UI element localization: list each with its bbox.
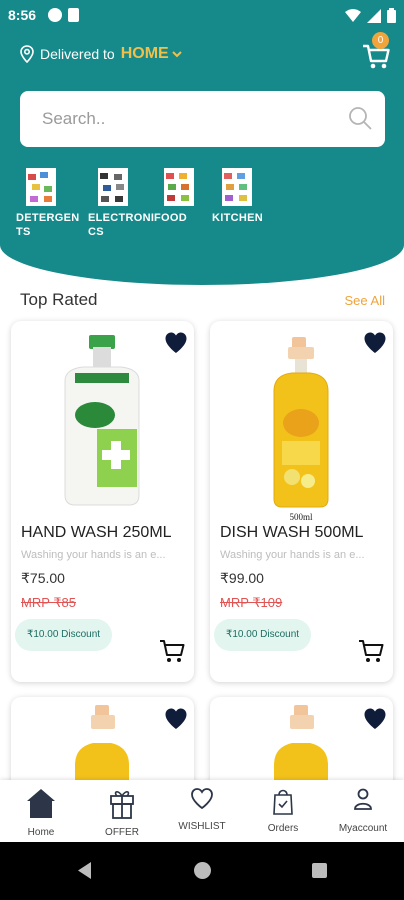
user-icon — [354, 788, 372, 810]
add-to-cart-icon[interactable] — [357, 637, 385, 665]
product-description: Washing your hands is an e... — [21, 549, 166, 561]
status-right-icons — [345, 8, 396, 23]
back-icon[interactable] — [78, 862, 92, 879]
product-card[interactable]: 500ml DISH WASH 500ML Washing your hands… — [210, 321, 393, 682]
wishlist-heart-icon[interactable] — [363, 707, 387, 731]
discount-badge: ₹10.00 Discount — [214, 619, 312, 651]
product-image-dish-wash: 500ml — [210, 331, 393, 521]
wishlist-heart-icon[interactable] — [164, 707, 188, 731]
product-name: DISH WASH 500ML — [220, 524, 364, 541]
battery-icon — [387, 8, 396, 23]
category-image-electronics — [98, 168, 128, 206]
status-left-icons — [48, 8, 79, 22]
nav-item-offer[interactable]: OFFER — [82, 780, 162, 842]
chevron-down-icon — [171, 51, 182, 58]
product-image-hand-wash — [11, 331, 194, 511]
home-circle-icon[interactable] — [194, 862, 211, 879]
search-icon[interactable] — [347, 105, 373, 131]
status-bar: 8:56 — [0, 0, 404, 32]
nav-item-myaccount[interactable]: Myaccount — [323, 780, 403, 842]
add-to-cart-icon[interactable] — [158, 637, 186, 665]
wishlist-heart-icon[interactable] — [363, 331, 387, 355]
category-item-electronics[interactable]: ELECTRONI CS — [88, 168, 160, 239]
product-card[interactable]: HAND WASH 250ML Washing your hands is an… — [11, 321, 194, 682]
category-label: DETERGEN TS — [16, 212, 80, 238]
shopping-bag-icon — [273, 789, 293, 815]
nav-label: WISHLIST — [178, 821, 226, 832]
bottom-navigation: Home OFFER WISHLIST Orders Myaccount — [0, 780, 404, 842]
delivery-location[interactable]: Delivered to HOME — [20, 45, 182, 63]
location-pin-icon — [20, 45, 34, 63]
top-rated-section-header: Top Rated See All — [20, 290, 385, 314]
section-title: Top Rated — [20, 290, 98, 309]
search-bar[interactable] — [20, 91, 385, 147]
category-image-detergents — [26, 168, 56, 206]
cart-count-badge: 0 — [372, 32, 389, 49]
recent-apps-icon[interactable] — [312, 863, 327, 878]
nav-label: Home — [27, 827, 55, 838]
wifi-icon — [345, 8, 361, 22]
sim-card-icon — [68, 8, 79, 22]
nav-item-wishlist[interactable]: WISHLIST — [162, 780, 242, 842]
nav-item-orders[interactable]: Orders — [243, 780, 323, 842]
nav-label: Orders — [267, 823, 299, 834]
category-label: KITCHEN — [212, 212, 263, 224]
product-description: Washing your hands is an e... — [220, 549, 365, 561]
product-name: HAND WASH 250ML — [21, 524, 172, 541]
heart-outline-icon — [191, 788, 213, 810]
category-item-kitchen[interactable]: KITCHEN — [212, 168, 284, 225]
category-image-kitchen — [222, 168, 252, 206]
nav-label: Myaccount — [338, 823, 388, 834]
home-icon — [27, 789, 55, 818]
category-image-food — [164, 168, 194, 206]
category-item-detergents[interactable]: DETERGEN TS — [16, 168, 88, 239]
bottle-volume-text: 500ml — [289, 512, 313, 521]
system-navigation-bar — [0, 842, 404, 900]
product-price: ₹99.00 — [220, 570, 264, 586]
category-list: DETERGEN TS ELECTRONI CS FOOD KITCHEN — [0, 168, 404, 258]
category-label: ELECTRONI CS — [88, 212, 155, 238]
see-all-link[interactable]: See All — [345, 293, 385, 308]
product-price: ₹75.00 — [21, 570, 65, 586]
wishlist-heart-icon[interactable] — [164, 331, 188, 355]
nav-item-home[interactable]: Home — [1, 780, 81, 842]
delivered-to-label: Delivered to — [40, 46, 115, 62]
delivery-address-value: HOME — [120, 45, 169, 62]
nav-label: OFFER — [105, 827, 139, 838]
status-time: 8:56 — [8, 7, 37, 23]
search-input[interactable] — [42, 107, 322, 131]
signal-icon — [367, 8, 381, 23]
product-mrp: MRP ₹85 — [21, 595, 76, 610]
gift-icon — [110, 791, 134, 819]
product-mrp: MRP ₹109 — [220, 595, 283, 610]
notification-icon — [48, 8, 62, 22]
discount-badge: ₹10.00 Discount — [15, 619, 113, 651]
